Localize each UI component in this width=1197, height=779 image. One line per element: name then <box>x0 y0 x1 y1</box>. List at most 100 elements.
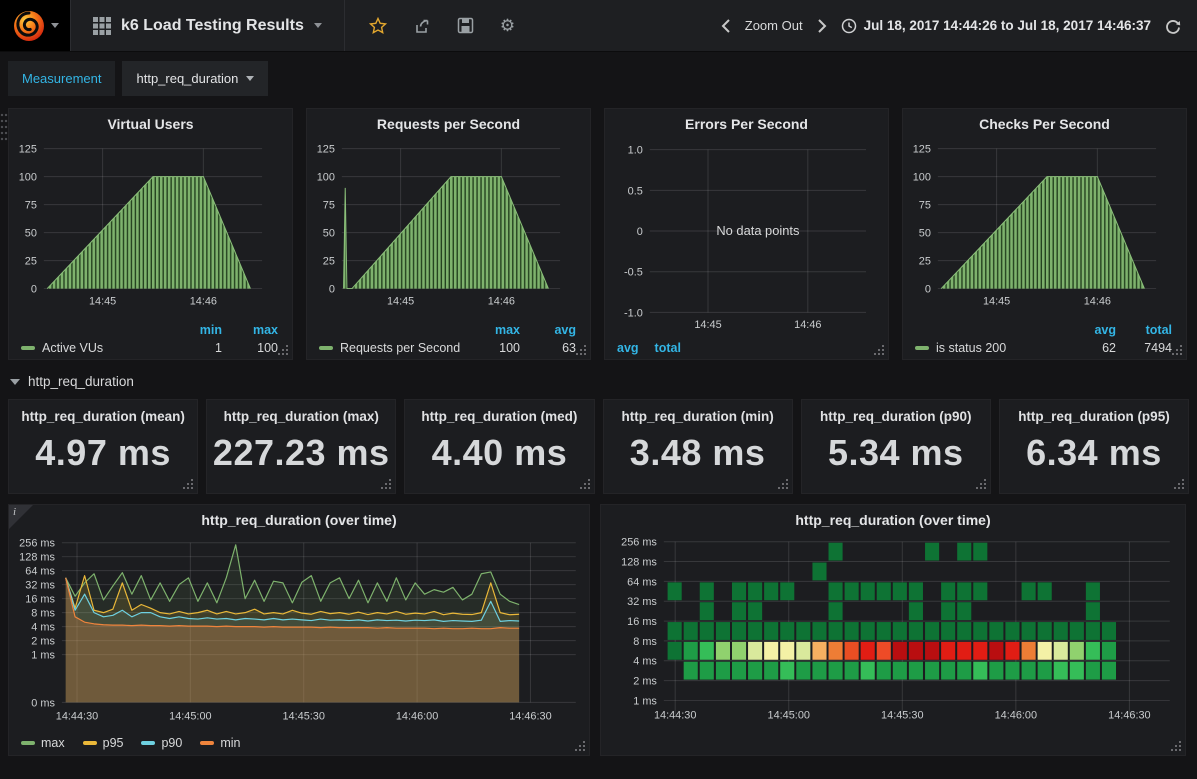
svg-text:100: 100 <box>317 172 335 184</box>
panel-duration-over-time: 256 ms128 ms64 ms32 ms16 ms8 ms4 ms2 ms1… <box>8 504 590 756</box>
singlestat-panel: http_req_duration (p90)5.34 ms <box>801 399 991 494</box>
panel-legend: maxavgRequests per Second10063 <box>319 323 576 355</box>
svg-text:64 ms: 64 ms <box>25 566 55 578</box>
svg-text:32 ms: 32 ms <box>25 580 55 592</box>
legend-series-label[interactable]: p95 <box>83 736 124 750</box>
legend-stat-header[interactable]: avg <box>520 323 576 337</box>
resize-handle[interactable] <box>777 478 789 490</box>
svg-text:75: 75 <box>919 200 931 212</box>
panel-title[interactable]: http_req_duration (p90) <box>802 400 990 424</box>
legend-stat-header[interactable]: min <box>170 323 222 337</box>
chevron-right-icon <box>817 18 827 34</box>
svg-text:128 ms: 128 ms <box>621 557 657 569</box>
chevron-down-icon <box>10 379 20 385</box>
time-shift-back-button[interactable] <box>721 18 731 34</box>
legend-series-label[interactable]: Active VUs <box>21 341 170 355</box>
svg-text:0: 0 <box>329 284 335 296</box>
svg-text:125: 125 <box>19 144 37 156</box>
variable-value-dropdown[interactable]: http_req_duration <box>122 61 268 96</box>
svg-text:0: 0 <box>925 284 931 296</box>
stat-value: 227.23 ms <box>207 432 395 474</box>
svg-text:14:46: 14:46 <box>794 319 821 331</box>
zoom-out-button[interactable]: Zoom Out <box>745 18 803 33</box>
checks-per-second-chart: 125100755025014:4514:46 <box>903 109 1186 359</box>
panel-requests-per-second: 125100755025014:4514:46 Requests per Sec… <box>306 108 591 360</box>
svg-text:No data points: No data points <box>716 223 799 238</box>
variable-value-text: http_req_duration <box>136 71 238 86</box>
resize-handle[interactable] <box>579 478 591 490</box>
svg-text:16 ms: 16 ms <box>627 616 657 628</box>
svg-text:-0.5: -0.5 <box>624 267 643 279</box>
svg-text:25: 25 <box>25 256 37 268</box>
save-button[interactable] <box>457 17 474 34</box>
resize-handle[interactable] <box>975 478 987 490</box>
refresh-button[interactable] <box>1165 18 1181 34</box>
legend-series-label[interactable]: p90 <box>141 736 182 750</box>
dashboard-title-button[interactable]: k6 Load Testing Results <box>71 0 344 51</box>
legend-stat-header[interactable]: total <box>1116 323 1172 337</box>
resize-handle[interactable] <box>873 344 885 356</box>
legend-series-label[interactable]: min <box>200 736 240 750</box>
resize-handle[interactable] <box>1170 740 1182 752</box>
dashboard-grid-icon <box>93 17 111 35</box>
resize-handle[interactable] <box>380 478 392 490</box>
svg-text:0 ms: 0 ms <box>31 697 55 709</box>
singlestat-panel: http_req_duration (min)3.48 ms <box>603 399 793 494</box>
legend-stat-value: 100 <box>468 341 520 355</box>
legend-series-label[interactable]: max <box>21 736 65 750</box>
svg-text:75: 75 <box>323 200 335 212</box>
resize-handle[interactable] <box>182 478 194 490</box>
chevron-down-icon <box>51 23 59 28</box>
legend-stat-header[interactable]: max <box>468 323 520 337</box>
legend-stat-header[interactable]: avg <box>1064 323 1116 337</box>
panel-title[interactable]: http_req_duration (med) <box>405 400 593 424</box>
time-shift-forward-button[interactable] <box>817 18 827 34</box>
legend-stat-header[interactable]: total <box>655 341 681 355</box>
svg-text:14:46:30: 14:46:30 <box>509 710 551 722</box>
resize-handle[interactable] <box>575 344 587 356</box>
panel-title[interactable]: http_req_duration (mean) <box>9 400 197 424</box>
panel-checks-per-second: 125100755025014:4514:46 Checks Per Secon… <box>902 108 1187 360</box>
svg-text:50: 50 <box>323 228 335 240</box>
panel-title[interactable]: http_req_duration (p95) <box>1000 400 1188 424</box>
panel-title[interactable]: http_req_duration (max) <box>207 400 395 424</box>
singlestat-panel: http_req_duration (max) 227.23 ms <box>206 399 396 494</box>
svg-text:14:45: 14:45 <box>89 295 116 307</box>
star-button[interactable] <box>369 17 387 35</box>
legend-series-label[interactable]: Requests per Second <box>319 341 468 355</box>
legend-series-swatch <box>200 741 214 745</box>
settings-button[interactable]: ⚙ <box>500 16 515 36</box>
svg-text:100: 100 <box>19 172 37 184</box>
stat-value: 4.97 ms <box>9 432 197 474</box>
requests-per-second-chart: 125100755025014:4514:46 <box>307 109 590 359</box>
svg-text:125: 125 <box>317 144 335 156</box>
legend-stat-header[interactable]: max <box>222 323 278 337</box>
panel-info-corner[interactable]: i <box>9 505 33 529</box>
svg-text:1 ms: 1 ms <box>633 695 657 707</box>
svg-text:14:44:30: 14:44:30 <box>654 709 696 721</box>
resize-handle[interactable] <box>1173 478 1185 490</box>
legend-stat-header[interactable]: avg <box>617 341 639 355</box>
panel-title[interactable]: http_req_duration (min) <box>604 400 792 424</box>
svg-text:14:46:00: 14:46:00 <box>396 710 438 722</box>
info-icon: i <box>13 506 16 518</box>
svg-text:64 ms: 64 ms <box>627 576 657 588</box>
legend-series-swatch <box>141 741 155 745</box>
legend-series-label[interactable]: is status 200 <box>915 341 1064 355</box>
panel-legend: max p95 p90 min <box>21 736 241 750</box>
star-icon <box>369 17 387 35</box>
svg-text:50: 50 <box>919 228 931 240</box>
chevron-down-icon <box>246 76 254 81</box>
share-button[interactable] <box>413 17 431 35</box>
section-header[interactable]: http_req_duration <box>8 360 1189 399</box>
duration-over-time-chart: 256 ms128 ms64 ms32 ms16 ms8 ms4 ms2 ms1… <box>9 505 589 755</box>
grafana-logo[interactable] <box>0 0 70 51</box>
legend-stat-value: 1 <box>170 341 222 355</box>
resize-handle[interactable] <box>1171 344 1183 356</box>
panel-legend: avg total <box>617 341 874 355</box>
resize-handle[interactable] <box>277 344 289 356</box>
resize-handle[interactable] <box>574 740 586 752</box>
svg-text:8 ms: 8 ms <box>31 608 55 620</box>
time-range-picker[interactable]: Jul 18, 2017 14:44:26 to Jul 18, 2017 14… <box>841 18 1151 34</box>
svg-text:100: 100 <box>913 172 931 184</box>
